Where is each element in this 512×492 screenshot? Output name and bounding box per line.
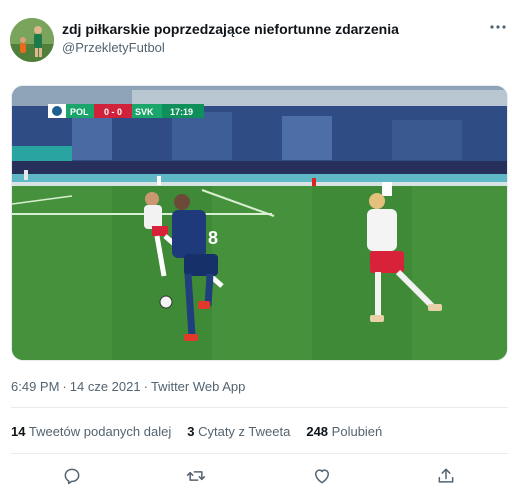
like-icon <box>315 469 329 484</box>
retweet-button[interactable] <box>183 463 209 489</box>
scoreboard-clock: 17:19 <box>170 107 193 117</box>
tweet-date[interactable]: 14 cze 2021 <box>70 379 141 394</box>
tweet: zdj piłkarskie poprzedzające niefortunne… <box>0 0 512 492</box>
likes-count: 248 <box>306 424 329 439</box>
retweet-icon <box>186 471 206 481</box>
scoreboard-score: 0 - 0 <box>104 107 122 117</box>
likes-stat[interactable]: 248 Polubień <box>306 424 382 439</box>
meta-separator: · <box>143 379 148 394</box>
author-name[interactable]: zdj piłkarskie poprzedzające niefortunne… <box>62 21 399 37</box>
divider <box>11 453 508 454</box>
meta-separator: · <box>62 379 67 394</box>
tweet-time[interactable]: 6:49 PM <box>11 379 59 394</box>
reply-icon <box>64 468 80 485</box>
profile-avatar-image <box>10 18 54 62</box>
quotes-stat[interactable]: 3 Cytaty z Tweeta <box>187 424 290 439</box>
tweet-media-photo[interactable]: POL 0 - 0 SVK 17:19 8 <box>11 85 508 361</box>
scoreboard-away-team: SVK <box>135 107 154 117</box>
retweets-stat[interactable]: 14 Tweetów podanych dalej <box>11 424 171 439</box>
reply-button[interactable] <box>59 463 85 489</box>
quotes-label: Cytaty z Tweeta <box>198 424 291 439</box>
scoreboard-home-team: POL <box>70 107 89 117</box>
share-button[interactable] <box>433 463 459 489</box>
likes-label: Polubień <box>331 424 383 439</box>
author-handle[interactable]: @PrzekletyFutbol <box>62 40 165 55</box>
retweets-count: 14 <box>11 424 26 439</box>
tweet-stats: 14 Tweetów podanych dalej 3 Cytaty z Twe… <box>11 424 382 439</box>
more-horizontal-icon <box>490 25 506 29</box>
like-button[interactable] <box>309 463 335 489</box>
football-match-image: POL 0 - 0 SVK 17:19 8 <box>12 86 507 360</box>
player-number: 8 <box>208 228 218 248</box>
share-icon <box>438 468 454 483</box>
quotes-count: 3 <box>187 424 195 439</box>
tweet-timestamp: 6:49 PM · 14 cze 2021 · Twitter Web App <box>11 379 245 394</box>
tweet-source-app[interactable]: Twitter Web App <box>151 379 245 394</box>
tweet-actions <box>11 463 508 489</box>
more-options-button[interactable] <box>488 20 508 34</box>
scoreboard: POL 0 - 0 SVK 17:19 <box>48 104 204 118</box>
retweets-label: Tweetów podanych dalej <box>28 424 172 439</box>
avatar[interactable] <box>10 18 54 62</box>
divider <box>11 407 508 408</box>
